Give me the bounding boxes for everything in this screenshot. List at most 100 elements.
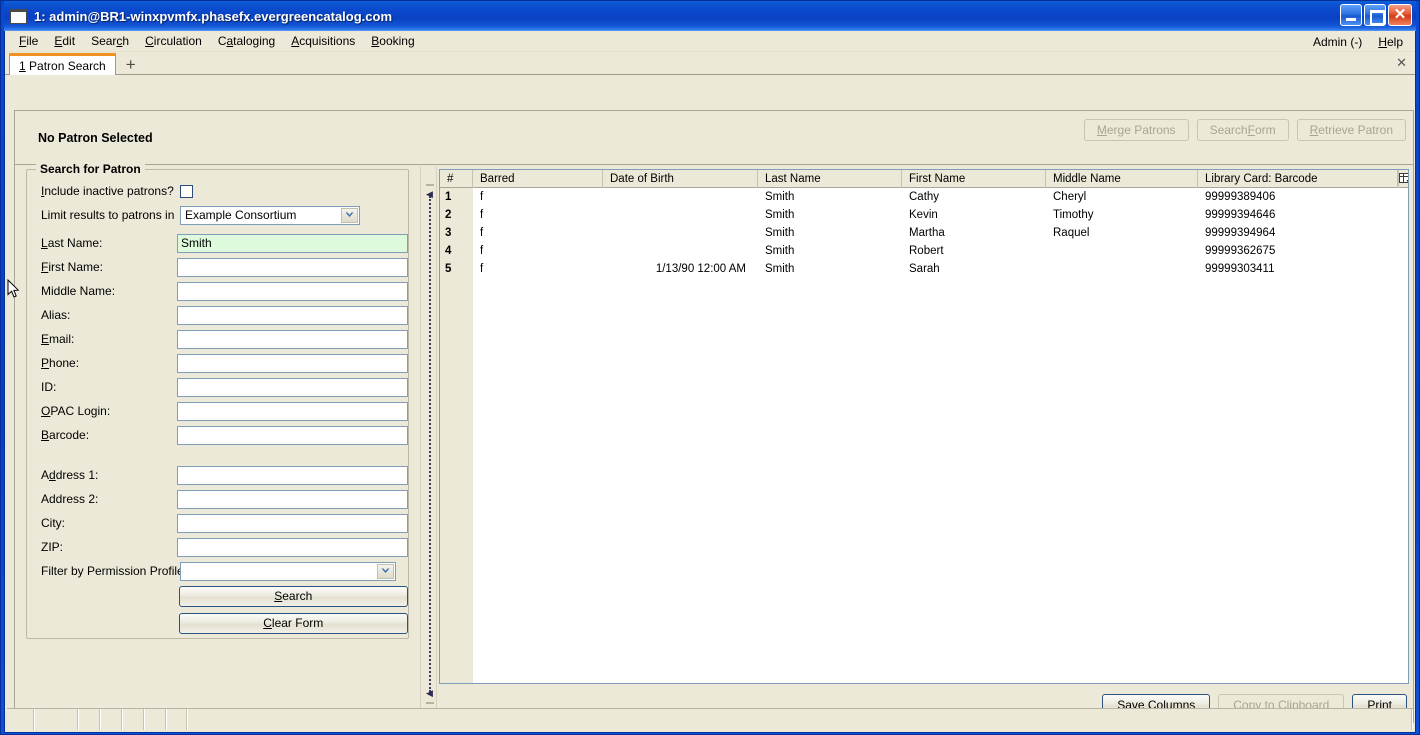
cell-last: Smith	[765, 191, 795, 203]
last-name-input[interactable]	[176, 233, 408, 253]
search-for-patron-fieldset: Search for Patron Include inactive patro…	[26, 162, 409, 639]
collapse-left-icon-bottom[interactable]: ◀	[425, 689, 434, 698]
middle-name-input[interactable]	[176, 281, 408, 301]
client-area: File Edit Search Circulation Cataloging …	[4, 31, 1416, 733]
menu-help[interactable]: Help	[1370, 33, 1411, 51]
cell-num: 5	[440, 260, 473, 278]
cell-first: Martha	[909, 227, 945, 239]
menu-circulation[interactable]: Circulation	[137, 32, 210, 50]
cell-dob	[603, 242, 758, 260]
column-picker-icon[interactable]	[1398, 170, 1408, 188]
table-row[interactable]: 4 f Smith Robert 99999362675	[440, 242, 1408, 260]
include-inactive-checkbox[interactable]	[180, 184, 193, 198]
close-button[interactable]: ✕	[1388, 4, 1412, 26]
new-tab-button[interactable]: +	[122, 56, 140, 73]
cell-barcode: 99999389406	[1205, 191, 1276, 203]
address1-input[interactable]	[176, 465, 408, 485]
patron-header-actions: Merge Patrons Search Form Retrieve Patro…	[1083, 119, 1406, 141]
status-segment-2	[35, 709, 79, 730]
status-segment-6	[145, 709, 167, 730]
row-alias: Alias:	[30, 303, 408, 327]
status-segment-7	[167, 709, 188, 730]
splitter-grip	[429, 196, 431, 692]
column-header-last[interactable]: Last Name	[758, 170, 902, 188]
menu-search[interactable]: Search	[83, 32, 137, 50]
status-segment-5	[123, 709, 145, 730]
city-input[interactable]	[176, 513, 408, 533]
column-header-dob[interactable]: Date of Birth	[603, 170, 758, 188]
search-button[interactable]: Search	[178, 585, 408, 607]
first-name-label: First Name:	[41, 260, 104, 274]
tab-patron-search[interactable]: 1 Patron Search	[9, 53, 116, 75]
tab-close-icon[interactable]: ✕	[1396, 55, 1407, 71]
retrieve-patron-button[interactable]: Retrieve Patron	[1296, 119, 1406, 141]
row-limit-results: Limit results to patrons in Example Cons…	[30, 203, 408, 227]
title-bar: 1: admin@BR1-winxpvmfx.phasefx.evergreen…	[4, 1, 1416, 31]
zip-label: ZIP:	[41, 540, 64, 554]
menu-acquisitions[interactable]: Acquisitions	[283, 32, 363, 50]
maximize-button[interactable]	[1364, 4, 1386, 26]
column-header-num[interactable]: #	[440, 170, 473, 188]
phone-input[interactable]	[176, 353, 408, 373]
limit-results-select[interactable]: Example Consortium	[180, 205, 360, 225]
cell-dob: 1/13/90 12:00 AM	[655, 263, 746, 275]
alias-input[interactable]	[176, 305, 408, 325]
id-input[interactable]	[176, 377, 408, 397]
first-name-input[interactable]	[176, 257, 408, 277]
row-phone: Phone:	[30, 351, 408, 375]
search-form-button[interactable]: Search Form	[1196, 119, 1289, 141]
minimize-button[interactable]	[1340, 4, 1362, 26]
row-city: City:	[30, 511, 408, 535]
splitter-cap-top	[426, 184, 434, 186]
row-middle-name: Middle Name:	[30, 279, 408, 303]
table-row[interactable]: 3 f Smith Martha Raquel 99999394964	[440, 224, 1408, 242]
permission-profile-label: Filter by Permission Profile:	[41, 564, 188, 578]
cell-last: Smith	[765, 209, 795, 221]
merge-patrons-button[interactable]: Merge Patrons	[1083, 119, 1189, 141]
menu-edit[interactable]: Edit	[46, 32, 83, 50]
column-header-barcode[interactable]: Library Card: Barcode	[1198, 170, 1398, 188]
cell-first: Cathy	[909, 191, 940, 203]
cell-num: 4	[440, 242, 473, 260]
patron-header-bar: No Patron Selected Merge Patrons Search …	[15, 111, 1413, 165]
menu-cataloging[interactable]: Cataloging	[210, 32, 283, 50]
cell-dob	[603, 206, 758, 224]
menu-admin[interactable]: Admin (-)	[1305, 33, 1370, 51]
cell-barcode: 99999394646	[1205, 209, 1276, 221]
menu-bar: File Edit Search Circulation Cataloging …	[5, 31, 1415, 52]
table-row[interactable]: 1 f Smith Cathy Cheryl 99999389406	[440, 188, 1408, 206]
clear-form-button[interactable]: Clear Form	[178, 612, 408, 634]
row-permission-profile: Filter by Permission Profile:	[30, 559, 408, 583]
close-icon: ✕	[1393, 5, 1407, 23]
results-table-header: # Barred Date of Birth Last Name First Name M…	[440, 170, 1408, 188]
cell-middle: Raquel	[1053, 227, 1090, 239]
splitter-cap-bottom	[426, 702, 434, 704]
search-form-legend: Search for Patron	[36, 162, 145, 176]
menu-file[interactable]: File	[11, 32, 46, 50]
table-row[interactable]: 2 f Smith Kevin Timothy 99999394646	[440, 206, 1408, 224]
cell-middle	[1046, 260, 1198, 278]
cell-barred: f	[480, 209, 484, 221]
opac-login-label: OPAC Login:	[41, 404, 111, 418]
status-bar	[7, 708, 1413, 730]
table-row[interactable]: 5 f 1/13/90 12:00 AM Smith Sarah 99999303411	[440, 260, 1408, 278]
pane-splitter[interactable]: ◀ ◀	[420, 166, 437, 722]
column-header-first[interactable]: First Name	[902, 170, 1046, 188]
menu-booking[interactable]: Booking	[363, 32, 422, 50]
permission-profile-select[interactable]	[180, 561, 396, 581]
zip-input[interactable]	[176, 537, 408, 557]
column-header-barred[interactable]: Barred	[473, 170, 603, 188]
email-input[interactable]	[176, 329, 408, 349]
address2-input[interactable]	[176, 489, 408, 509]
cell-barcode: 99999362675	[1205, 245, 1276, 257]
cell-first: Kevin	[909, 209, 938, 221]
results-table: # Barred Date of Birth Last Name First Name M…	[439, 169, 1409, 684]
row-search-button: Search	[30, 584, 408, 608]
status-segment-3	[79, 709, 101, 730]
column-header-middle[interactable]: Middle Name	[1046, 170, 1198, 188]
application-window: 1: admin@BR1-winxpvmfx.phasefx.evergreen…	[0, 0, 1420, 735]
barcode-input[interactable]	[176, 425, 408, 445]
opac-login-input[interactable]	[176, 401, 408, 421]
cell-barred: f	[480, 191, 484, 203]
address1-label: Address 1:	[41, 468, 99, 482]
